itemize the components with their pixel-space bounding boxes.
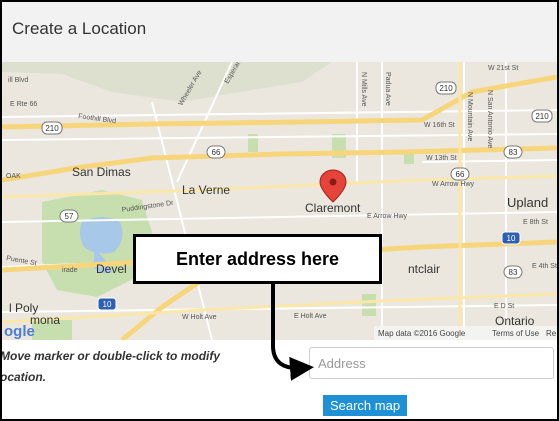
map-reservoir: [79, 217, 123, 254]
dialog-title: Create a Location: [12, 19, 147, 38]
map-label-montclair: ntclair: [408, 262, 440, 276]
street-label: W 21st St: [488, 65, 518, 72]
map-label-la-verne: La Verne: [182, 183, 230, 197]
marker-instructions: Move marker or double-click to modify oc…: [0, 346, 285, 388]
map-canvas[interactable]: San Dimas La Verne Claremont Upland ntcl…: [2, 62, 557, 340]
map-label-devel: Devel: [96, 262, 127, 276]
street-label: E Rte 66: [10, 101, 37, 108]
street-label: Padua Ave: [384, 72, 391, 106]
map-label-san-dimas: San Dimas: [72, 165, 131, 179]
shield-label: 83: [509, 148, 518, 157]
shield-label: 210: [439, 84, 453, 93]
address-callout: Enter address here: [133, 234, 382, 284]
shield-label: 66: [212, 148, 221, 157]
instructions-line-1: Move marker or double-click to modify: [0, 349, 221, 363]
shield-label: 210: [535, 112, 549, 121]
street-label: irade: [62, 267, 78, 274]
shield-label: 57: [65, 212, 74, 221]
street-label: N San Antonio Ave: [486, 90, 493, 148]
google-logo: ogle: [4, 323, 35, 340]
street-label: E Arrow Hwy: [367, 213, 408, 220]
map-attribution: Map data ©2016 Google: [378, 329, 466, 338]
shield-label: 66: [456, 170, 465, 179]
map-label-poly: l Poly: [9, 301, 38, 315]
street-label: W 16th St: [424, 122, 455, 129]
dialog-header: Create a Location: [2, 2, 557, 62]
street-label: OAK: [6, 173, 21, 180]
terms-of-use-link[interactable]: Terms of Use: [492, 329, 540, 338]
street-label: W Holt Ave: [182, 314, 217, 321]
map-green-patch: [362, 294, 376, 316]
street-label: ill Blvd: [8, 77, 28, 84]
street-label: W Arrow Hwy: [432, 181, 475, 188]
shield-label: 10: [507, 234, 516, 243]
street-label: E Holt Ave: [294, 313, 327, 320]
search-map-button[interactable]: Search map: [323, 395, 407, 416]
instructions-line-2: ocation.: [0, 370, 47, 384]
street-label: W 13th St: [426, 155, 457, 162]
street-label: E 4th St: [532, 263, 557, 270]
report-link[interactable]: Re: [546, 329, 557, 338]
shield-label: 83: [509, 268, 518, 277]
street-label: E D St: [494, 303, 514, 310]
street-label: N Mills Ave: [360, 72, 367, 107]
street-label: E 8th St: [523, 219, 548, 226]
map-label-upland: Upland: [507, 195, 548, 210]
address-input[interactable]: [309, 347, 554, 379]
callout-text: Enter address here: [175, 249, 340, 269]
shield-label: 10: [103, 300, 112, 309]
map-label-claremont: Claremont: [305, 201, 361, 215]
street-label: N Mountain Ave: [466, 92, 473, 141]
shield-label: 210: [45, 124, 59, 133]
map-label-ontario: Ontario: [495, 314, 535, 328]
map-view[interactable]: San Dimas La Verne Claremont Upland ntcl…: [2, 62, 557, 340]
location-dialog: Create a Location San Dimas La Verne Cla…: [0, 0, 559, 421]
